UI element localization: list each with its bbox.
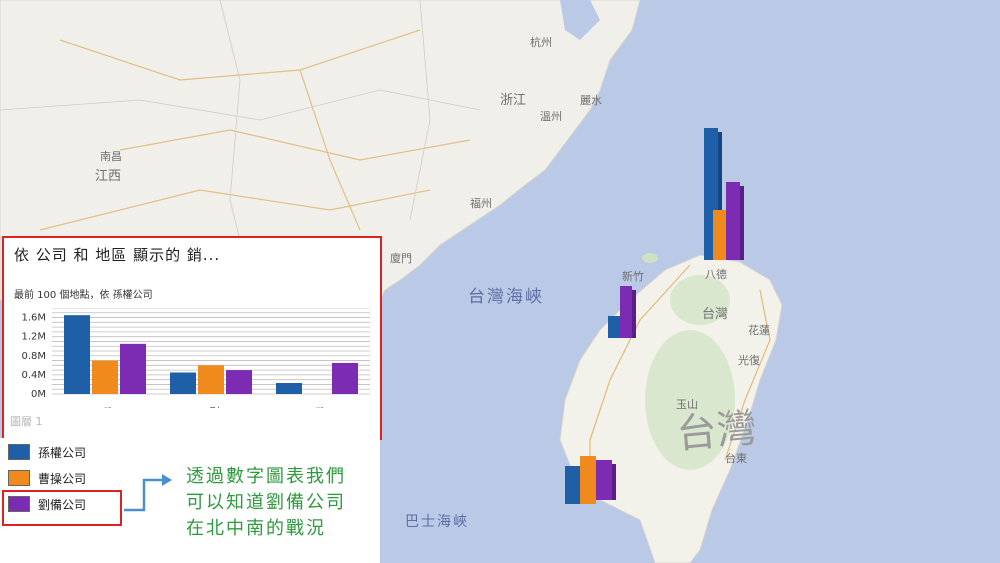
label-taiwan-strait: 台灣海峽 (468, 287, 544, 307)
label-yushan: 玉山 (676, 398, 698, 411)
bar-chart[interactable]: 0M 0.4M 0.8M 1.2M 1.6M 台北 高雄 台中 (4, 308, 380, 408)
x-tick-label: 台中 (314, 406, 327, 408)
chart-bar[interactable] (198, 365, 224, 394)
label-guangfu: 光復 (738, 353, 760, 367)
legend-label: 孫權公司 (38, 445, 87, 460)
y-tick-label: 0M (31, 389, 46, 400)
y-tick-label: 0.8M (21, 351, 46, 362)
chart-bar[interactable] (276, 383, 302, 394)
label-zhejiang: 浙江 (500, 93, 526, 108)
label-taiwan-small: 台灣 (702, 307, 728, 322)
annotation-line: 透過數字圖表我們 (186, 466, 346, 487)
y-tick-label: 1.2M (21, 332, 46, 343)
legend-item-cao-cao[interactable]: 曹操公司 (8, 468, 86, 488)
chart-bar[interactable] (226, 370, 252, 394)
bar-3d (612, 464, 616, 500)
layer-label: 圖層 1 (10, 415, 43, 428)
bar-3d (608, 316, 620, 338)
callout-arrow-icon (124, 474, 172, 512)
label-bashi-channel: 巴士海峽 (405, 514, 469, 530)
bar-3d (740, 186, 744, 260)
y-tick-label: 0.4M (21, 370, 46, 381)
label-wenzhou: 溫州 (540, 109, 562, 123)
chart-bar[interactable] (120, 343, 146, 394)
bar-3d (620, 286, 632, 338)
y-tick-label: 1.6M (21, 313, 46, 324)
bar-3d (565, 466, 581, 504)
label-fuzhou: 福州 (470, 196, 492, 210)
bar-3d (713, 210, 727, 260)
bar-3d (632, 290, 636, 338)
chart-panel[interactable]: 依 公司 和 地區 顯示的 銷... 最前 100 個地點，依 孫權公司 0M 0… (2, 236, 382, 440)
label-xiamen: 廈門 (390, 251, 412, 265)
chart-subtitle: 最前 100 個地點，依 孫權公司 (14, 290, 153, 301)
legend-label: 曹操公司 (38, 471, 87, 486)
annotation-text: 透過數字圖表我們 可以知道劉備公司 在北中南的戰況 (186, 464, 346, 542)
chart-bar[interactable] (64, 315, 90, 394)
chart-title: 依 公司 和 地區 顯示的 銷... (14, 246, 221, 264)
legend-item-sun-quan[interactable]: 孫權公司 (8, 442, 86, 462)
label-bade: 八德 (705, 267, 727, 281)
bar-3d (580, 456, 596, 504)
chart-bar[interactable] (332, 362, 358, 394)
label-nanchang: 南昌 (100, 150, 122, 163)
label-lishui: 麗水 (580, 94, 602, 107)
bar-3d (596, 460, 612, 500)
label-hualien: 花蓮 (748, 323, 770, 337)
highlight-box (2, 490, 122, 526)
x-tick-label: 高雄 (208, 406, 221, 408)
annotation-line: 可以知道劉備公司 (186, 492, 346, 513)
annotation-line: 在北中南的戰況 (186, 518, 326, 539)
legend-swatch (8, 444, 30, 460)
chart-bar[interactable] (92, 360, 118, 394)
chart-bar[interactable] (170, 372, 196, 395)
label-hangzhou: 杭州 (530, 35, 552, 49)
bar-3d (726, 182, 740, 260)
label-jiangxi: 江西 (95, 169, 121, 184)
label-taiwan-large: 台灣 (675, 405, 759, 458)
label-hsinchu: 新竹 (622, 269, 644, 283)
legend-swatch (8, 470, 30, 486)
legend-panel: 孫權公司 曹操公司 劉備公司 透過數字圖表我們 可以知道劉備公司 在北中南的戰況 (0, 438, 380, 563)
x-tick-label: 台北 (102, 406, 115, 408)
